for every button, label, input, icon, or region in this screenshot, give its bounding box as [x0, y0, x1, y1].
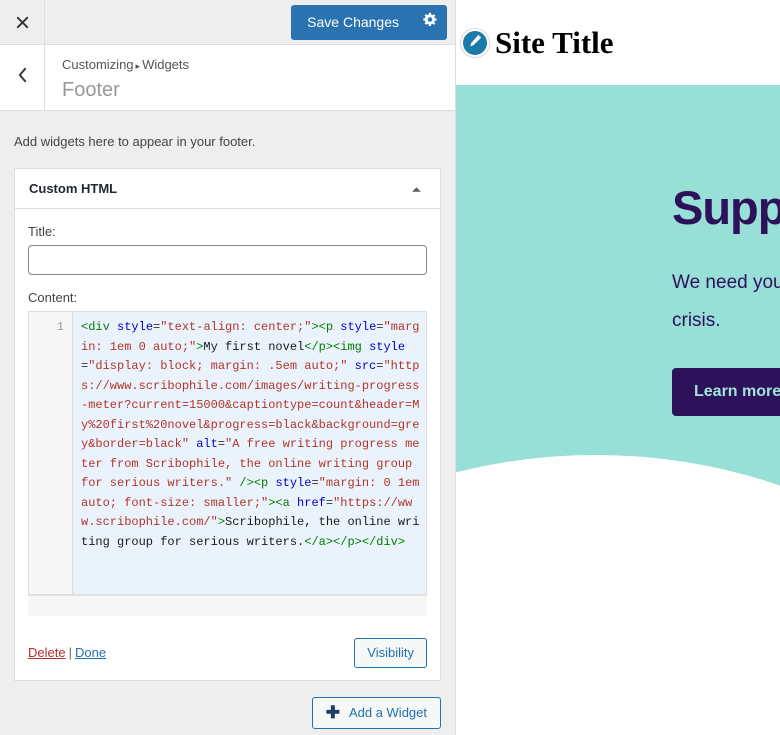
widget-collapse-button[interactable] — [407, 176, 426, 202]
html-code-editor[interactable]: 1 <div style="text-align: center;"><p st… — [28, 311, 427, 595]
hero-content: Support We need your help to solve the c… — [672, 180, 780, 416]
title-field-label: Title: — [28, 224, 56, 239]
save-options-button[interactable] — [413, 5, 447, 40]
site-preview-pane: Site Title Support We need your help to … — [456, 0, 780, 735]
close-icon — [15, 15, 30, 30]
subheader-text: Customizing ▸ Widgets Footer — [45, 45, 189, 110]
widget-title: Custom HTML — [29, 181, 118, 196]
widget-custom-html: Custom HTML Title: Content: 1 <div style… — [14, 168, 441, 681]
widget-header[interactable]: Custom HTML — [15, 169, 440, 209]
customizer-top-bar: Save Changes — [0, 0, 455, 45]
visibility-button[interactable]: Visibility — [354, 638, 427, 668]
customizer-subheader: Customizing ▸ Widgets Footer — [0, 45, 455, 111]
close-customizer-button[interactable] — [0, 0, 45, 44]
plus-icon: ✚ — [325, 703, 340, 722]
breadcrumb-separator-icon: ▸ — [135, 61, 141, 71]
pencil-icon — [468, 33, 483, 53]
editor-code-content[interactable]: <div style="text-align: center;"><p styl… — [73, 312, 426, 594]
preview-site-title[interactable]: Site Title — [495, 25, 614, 61]
section-description: Add widgets here to appear in your foote… — [14, 134, 256, 149]
hero-learn-more-button[interactable]: Learn more — [672, 368, 780, 416]
page-title: Footer — [62, 79, 120, 101]
editor-gutter: 1 — [29, 312, 73, 594]
add-widget-label: Add a Widget — [348, 705, 427, 720]
hero-curve-decoration — [456, 455, 780, 735]
widget-body: Title: Content: 1 <div style="text-align… — [15, 209, 440, 628]
caret-up-icon — [411, 180, 422, 198]
hero-heading: Support — [672, 181, 780, 234]
preview-site-header: Site Title — [456, 0, 780, 85]
back-button[interactable] — [0, 45, 45, 110]
widget-title-input[interactable] — [28, 245, 427, 275]
header-spacer — [45, 0, 291, 44]
widget-footer-links: Delete | Done — [28, 644, 354, 662]
breadcrumb-root[interactable]: Customizing — [62, 57, 134, 72]
gear-icon — [422, 12, 438, 32]
save-changes-button[interactable]: Save Changes — [291, 5, 413, 40]
link-separator: | — [68, 645, 72, 660]
breadcrumb-current: Widgets — [142, 57, 190, 72]
content-field-label: Content: — [28, 290, 78, 305]
edit-site-title-button[interactable] — [461, 28, 489, 57]
line-number: 1 — [56, 320, 64, 334]
breadcrumb: Customizing ▸ Widgets — [62, 56, 189, 75]
panel-body: Add widgets here to appear in your foote… — [0, 111, 455, 729]
add-widget-button[interactable]: ✚ Add a Widget — [311, 697, 441, 729]
hero-subtitle: We need your help to solve the crisis. — [672, 272, 780, 331]
delete-widget-link[interactable]: Delete — [28, 645, 66, 660]
done-link[interactable]: Done — [75, 645, 106, 660]
chevron-left-icon — [16, 67, 29, 88]
widget-footer: Delete | Done Visibility — [15, 628, 440, 680]
save-changes-group[interactable]: Save Changes — [291, 4, 447, 40]
add-widget-row: ✚ Add a Widget — [14, 697, 441, 729]
field-spacer — [28, 275, 427, 289]
preview-hero-section: Support We need your help to solve the c… — [456, 85, 780, 735]
customizer-panel: Save Changes Customizing ▸ Widgets Footer — [0, 0, 456, 735]
editor-bottom-strip — [28, 595, 427, 616]
